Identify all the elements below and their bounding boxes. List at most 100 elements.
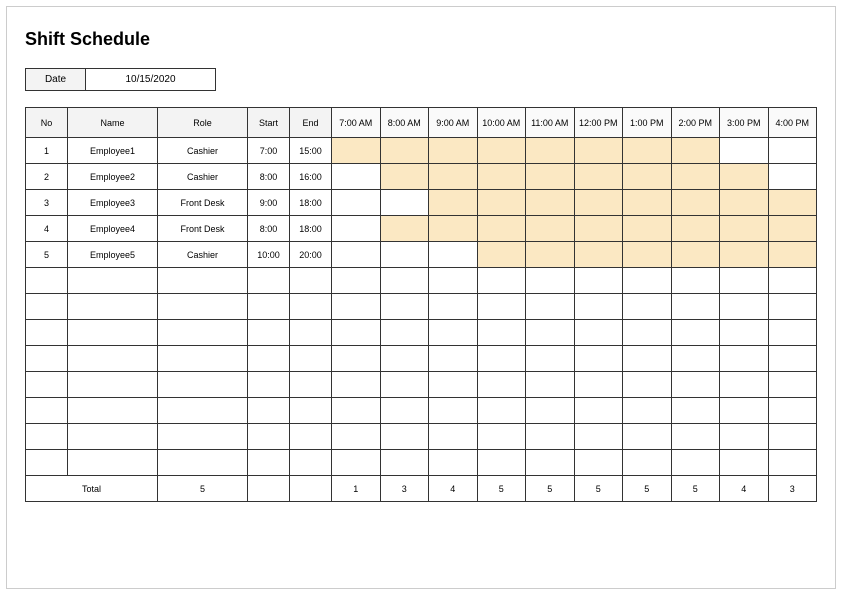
header-time-3: 10:00 AM [477,108,526,138]
cell-role: Cashier [158,138,248,164]
cell-slot-5 [574,216,623,242]
date-label-cell: Date [26,69,86,91]
cell-no: 3 [26,190,68,216]
cell-empty [720,398,769,424]
cell-slot-7 [671,164,720,190]
cell-empty [574,372,623,398]
header-time-8: 3:00 PM [720,108,769,138]
cell-slot-6 [623,164,672,190]
cell-empty [158,424,248,450]
cell-empty [380,450,429,476]
cell-empty [26,450,68,476]
total-slot-1: 3 [380,476,429,502]
table-row: 1Employee1Cashier7:0015:00 [26,138,817,164]
cell-empty [623,450,672,476]
cell-empty [720,320,769,346]
cell-slot-4 [526,164,575,190]
cell-empty [248,450,290,476]
header-time-6: 1:00 PM [623,108,672,138]
total-slot-4: 5 [526,476,575,502]
cell-empty [290,320,332,346]
cell-empty [429,372,478,398]
cell-empty [768,424,817,450]
cell-empty [380,320,429,346]
cell-empty [158,320,248,346]
cell-empty [768,372,817,398]
cell-empty [526,294,575,320]
cell-slot-8 [720,216,769,242]
cell-slot-8 [720,164,769,190]
cell-empty [429,320,478,346]
cell-empty [574,424,623,450]
cell-empty [623,346,672,372]
header-no: No [26,108,68,138]
date-table: Date 10/15/2020 [25,68,216,91]
cell-empty [158,346,248,372]
cell-end: 18:00 [290,216,332,242]
cell-empty [158,450,248,476]
cell-start: 9:00 [248,190,290,216]
cell-slot-8 [720,242,769,268]
cell-empty [429,424,478,450]
cell-empty [768,346,817,372]
cell-empty [768,268,817,294]
cell-start: 10:00 [248,242,290,268]
cell-empty [574,398,623,424]
cell-empty [68,424,158,450]
table-row-empty [26,372,817,398]
cell-slot-6 [623,190,672,216]
schedule-thead: NoNameRoleStartEnd7:00 AM8:00 AM9:00 AM1… [26,108,817,138]
cell-slot-1 [380,138,429,164]
cell-empty [720,450,769,476]
cell-empty [720,346,769,372]
cell-empty [671,372,720,398]
cell-name: Employee3 [68,190,158,216]
cell-empty [768,294,817,320]
cell-empty [429,294,478,320]
cell-empty [429,268,478,294]
cell-empty [68,294,158,320]
cell-slot-0 [332,216,381,242]
cell-empty [158,398,248,424]
cell-empty [526,424,575,450]
cell-slot-5 [574,242,623,268]
cell-empty [68,398,158,424]
cell-empty [332,450,381,476]
cell-no: 4 [26,216,68,242]
cell-slot-4 [526,216,575,242]
table-row-empty [26,320,817,346]
cell-slot-9 [768,190,817,216]
cell-empty [671,346,720,372]
cell-slot-9 [768,138,817,164]
table-row-empty [26,294,817,320]
total-row: Total51345555543 [26,476,817,502]
cell-empty [477,268,526,294]
cell-empty [574,294,623,320]
cell-slot-3 [477,138,526,164]
cell-slot-1 [380,216,429,242]
cell-name: Employee5 [68,242,158,268]
cell-empty [477,450,526,476]
cell-empty [720,424,769,450]
cell-slot-2 [429,216,478,242]
cell-empty [332,398,381,424]
cell-empty [671,320,720,346]
cell-slot-7 [671,242,720,268]
cell-role: Front Desk [158,190,248,216]
cell-empty [26,346,68,372]
cell-empty [68,320,158,346]
cell-empty [290,398,332,424]
header-name: Name [68,108,158,138]
cell-empty [623,294,672,320]
schedule-table: NoNameRoleStartEnd7:00 AM8:00 AM9:00 AM1… [25,107,817,502]
cell-empty [671,398,720,424]
cell-empty [768,320,817,346]
header-time-0: 7:00 AM [332,108,381,138]
cell-slot-8 [720,138,769,164]
total-role-count: 5 [158,476,248,502]
cell-slot-0 [332,242,381,268]
header-time-4: 11:00 AM [526,108,575,138]
cell-slot-6 [623,242,672,268]
cell-slot-1 [380,164,429,190]
total-slot-3: 5 [477,476,526,502]
